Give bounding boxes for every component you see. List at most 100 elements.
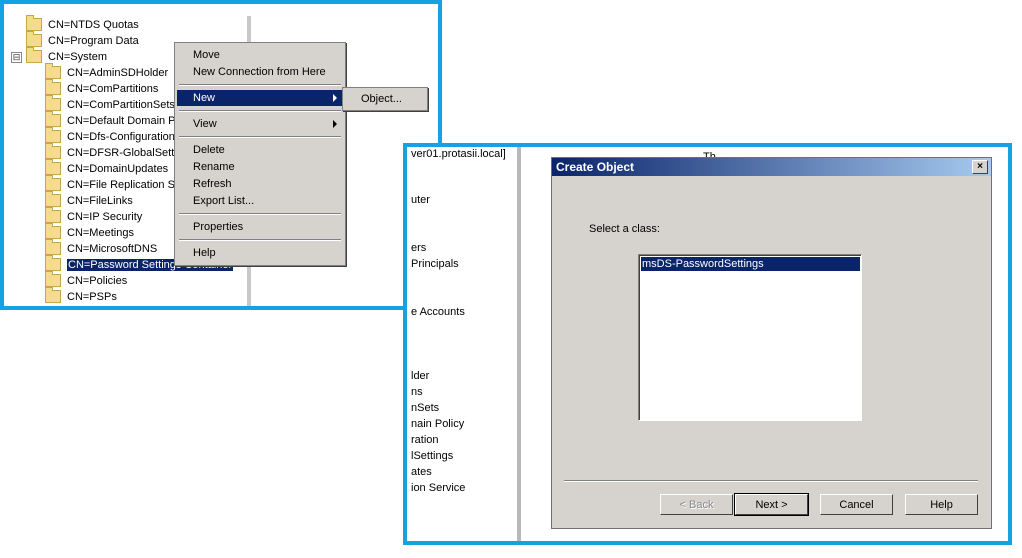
- background-tree-item: ver01.protasii.local]: [411, 148, 506, 160]
- tree-item-meetings[interactable]: CN=Meetings: [45, 222, 134, 241]
- folder-icon: [45, 222, 61, 239]
- tree-item-ip-security[interactable]: CN=IP Security: [45, 206, 143, 225]
- context-menu: Move New Connection from Here New View D…: [174, 42, 346, 266]
- folder-icon: [26, 14, 42, 31]
- folder-icon: [45, 158, 61, 175]
- tree-item-label: CN=System: [48, 51, 107, 63]
- background-tree-item: ers: [411, 242, 427, 254]
- tree-item-label: CN=Meetings: [67, 227, 134, 239]
- tree-item-label: CN=ComPartitions: [67, 83, 159, 95]
- tree-item-compartitionsets[interactable]: CN=ComPartitionSets: [45, 94, 175, 113]
- tree-item-dfs-configuration[interactable]: CN=Dfs-Configuration: [45, 126, 175, 145]
- select-class-label: Select a class:: [589, 223, 660, 235]
- folder-icon: [45, 190, 61, 207]
- menu-separator: [179, 84, 341, 86]
- tree-item-file-replication-service[interactable]: CN=File Replication Se: [45, 174, 182, 193]
- dialog-title: Create Object: [556, 160, 635, 174]
- tree-item-label: CN=DFSR-GlobalSetti: [67, 147, 177, 159]
- collapse-icon[interactable]: ⊟: [11, 52, 22, 63]
- cancel-button[interactable]: Cancel: [820, 494, 893, 515]
- background-tree-item: Principals: [411, 258, 459, 270]
- folder-icon: [45, 94, 61, 111]
- folder-icon: [45, 110, 61, 127]
- pane-divider[interactable]: [517, 147, 521, 541]
- folder-icon: [45, 286, 61, 303]
- menu-item-object[interactable]: Object...: [345, 91, 425, 107]
- folder-icon: [45, 238, 61, 255]
- tree-item-program-data[interactable]: CN=Program Data: [26, 30, 139, 49]
- tree-item-microsoftdns[interactable]: CN=MicrosoftDNS: [45, 238, 158, 257]
- folder-icon: [45, 142, 61, 159]
- background-tree-item: ns: [411, 386, 423, 398]
- menu-separator: [179, 239, 341, 241]
- tree-item-label: CN=FileLinks: [67, 195, 133, 207]
- submenu-arrow-icon: [333, 94, 337, 102]
- menu-separator: [179, 136, 341, 138]
- create-object-panel: ver01.protasii.local] Th uter ers Princi…: [403, 143, 1012, 545]
- folder-icon: [45, 78, 61, 95]
- tree-item-label: CN=IP Security: [67, 211, 143, 223]
- tree-item-adminsdholder[interactable]: CN=AdminSDHolder: [45, 62, 169, 81]
- tree-item-compartitions[interactable]: CN=ComPartitions: [45, 78, 159, 97]
- tree-item-label: CN=AdminSDHolder: [67, 67, 169, 79]
- background-tree-item: ration: [411, 434, 439, 446]
- submenu-arrow-icon: [333, 120, 337, 128]
- folder-icon: [26, 46, 42, 63]
- menu-item-help[interactable]: Help: [177, 245, 343, 261]
- menu-item-new-connection[interactable]: New Connection from Here: [177, 64, 343, 80]
- menu-item-new[interactable]: New: [177, 90, 343, 106]
- tree-item-domainupdates[interactable]: CN=DomainUpdates: [45, 158, 169, 177]
- close-icon[interactable]: ×: [972, 160, 988, 174]
- tree-item-filelinks[interactable]: CN=FileLinks: [45, 190, 133, 209]
- tree-item-label: CN=NTDS Quotas: [48, 19, 139, 31]
- menu-item-refresh[interactable]: Refresh: [177, 176, 343, 192]
- dialog-titlebar[interactable]: Create Object ×: [552, 158, 991, 176]
- tree-context-panel: CN=NTDS Quotas CN=Program Data ⊟ CN=Syst…: [0, 0, 442, 310]
- background-tree-item: nSets: [411, 402, 440, 414]
- menu-item-label: View: [193, 118, 217, 130]
- background-tree-item: e Accounts: [411, 306, 465, 318]
- menu-item-rename[interactable]: Rename: [177, 159, 343, 175]
- menu-item-label: New: [193, 92, 216, 104]
- tree-item-default-domain-policy[interactable]: CN=Default Domain P: [45, 110, 176, 129]
- menu-item-properties[interactable]: Properties: [177, 219, 343, 235]
- tree-item-label: CN=Program Data: [48, 35, 139, 47]
- menu-separator: [179, 213, 341, 215]
- tree-item-label: CN=Dfs-Configuration: [67, 131, 175, 143]
- folder-icon: [45, 126, 61, 143]
- background-tree-item: ion Service: [411, 482, 466, 494]
- dialog-separator: [564, 480, 978, 482]
- tree-item-psps[interactable]: CN=PSPs: [45, 286, 117, 305]
- class-listbox[interactable]: msDS-PasswordSettings: [638, 254, 862, 421]
- menu-item-move[interactable]: Move: [177, 47, 343, 63]
- tree-item-label: CN=Policies: [67, 275, 128, 287]
- back-button[interactable]: < Back: [660, 494, 733, 515]
- tree-item-system[interactable]: CN=System: [26, 46, 107, 65]
- tree-item-dfsr-globalsettings[interactable]: CN=DFSR-GlobalSetti: [45, 142, 177, 161]
- tree-item-label: CN=DomainUpdates: [67, 163, 169, 175]
- background-tree-item: nain Policy: [411, 418, 465, 430]
- tree-item-policies[interactable]: CN=Policies: [45, 270, 128, 289]
- background-tree-item: uter: [411, 194, 430, 206]
- new-submenu: Object...: [342, 87, 428, 111]
- help-button[interactable]: Help: [905, 494, 978, 515]
- folder-icon: [45, 174, 61, 191]
- folder-icon: [45, 206, 61, 223]
- background-tree-item: lSettings: [411, 450, 454, 462]
- tree-item-label: CN=MicrosoftDNS: [67, 243, 158, 255]
- menu-item-export-list[interactable]: Export List...: [177, 193, 343, 209]
- folder-icon: [26, 30, 42, 47]
- menu-item-delete[interactable]: Delete: [177, 142, 343, 158]
- tree-item-ntds-quotas[interactable]: CN=NTDS Quotas: [26, 14, 139, 33]
- background-tree-item: ates: [411, 466, 432, 478]
- class-list-item[interactable]: msDS-PasswordSettings: [641, 257, 860, 271]
- folder-icon: [45, 62, 61, 79]
- tree-item-label: CN=ComPartitionSets: [67, 99, 175, 111]
- folder-icon: [45, 270, 61, 287]
- create-object-dialog: Create Object × Select a class: msDS-Pas…: [551, 157, 992, 529]
- next-button[interactable]: Next >: [734, 493, 809, 516]
- folder-icon: [45, 254, 61, 271]
- tree-item-label: CN=File Replication Se: [67, 179, 182, 191]
- menu-item-view[interactable]: View: [177, 116, 343, 132]
- background-tree-item: lder: [411, 370, 430, 382]
